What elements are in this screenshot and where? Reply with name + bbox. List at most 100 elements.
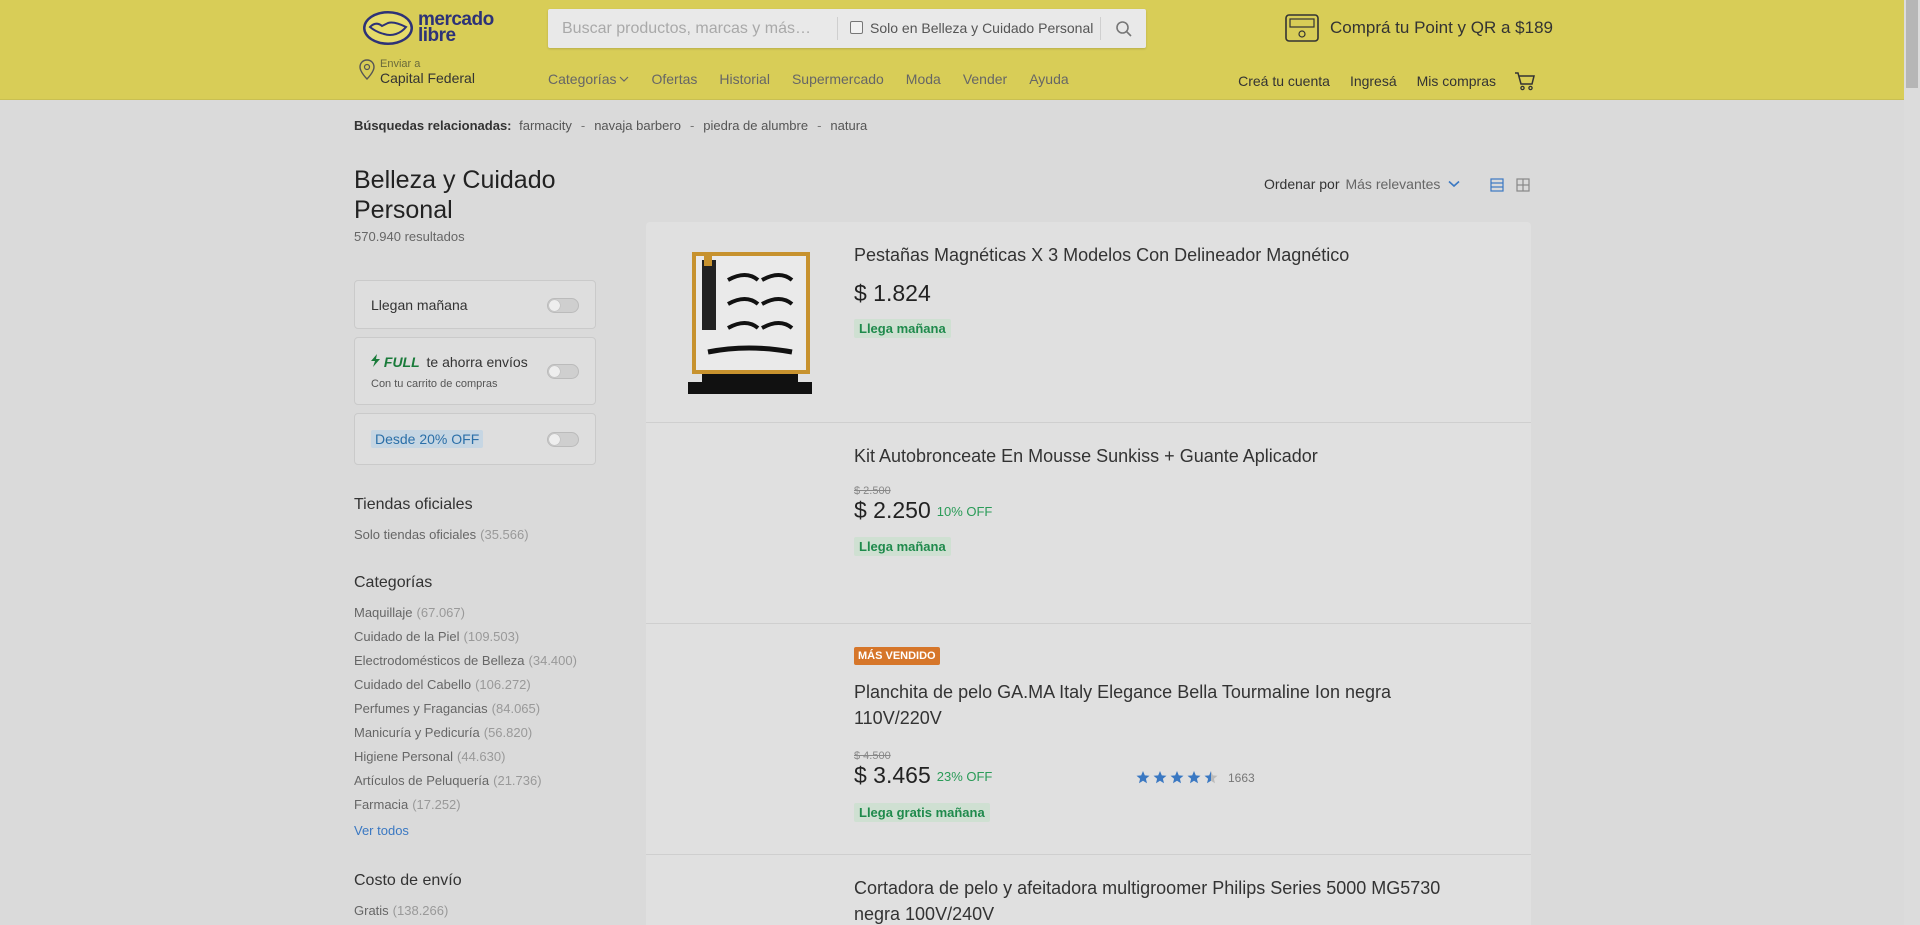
nav-moda[interactable]: Moda xyxy=(906,71,941,87)
nav-historial[interactable]: Historial xyxy=(719,71,770,87)
product-price-row: $ 3.465 23% OFF xyxy=(854,762,992,789)
location-selector[interactable]: Enviar a Capital Federal xyxy=(358,58,475,86)
category-count: (67.067) xyxy=(416,605,465,620)
scope-checkbox[interactable] xyxy=(850,21,863,34)
full-badge: FULL xyxy=(383,354,420,370)
filter-full[interactable]: FULL te ahorra envíos Con tu carrito de … xyxy=(354,337,596,405)
nav-supermercado[interactable]: Supermercado xyxy=(792,71,884,87)
category-name: Cuidado del Cabello xyxy=(354,677,472,692)
product-card[interactable]: MÁS VENDIDO Planchita de pelo GA.MA Ital… xyxy=(646,624,1531,855)
grid-view-icon[interactable] xyxy=(1516,178,1530,192)
category-name: Higiene Personal xyxy=(354,749,454,764)
rating-stars-icon xyxy=(1136,771,1218,784)
best-seller-badge: MÁS VENDIDO xyxy=(854,647,940,665)
filter-discount[interactable]: Desde 20% OFF xyxy=(354,413,596,465)
related-item[interactable]: piedra de alumbre xyxy=(703,118,808,133)
create-account-link[interactable]: Creá tu cuenta xyxy=(1238,73,1330,89)
stores-item-label: Solo tiendas oficiales xyxy=(354,527,477,542)
product-title[interactable]: Kit Autobronceate En Mousse Sunkiss + Gu… xyxy=(854,443,1454,469)
stores-title: Tiendas oficiales xyxy=(354,496,473,513)
category-name: Farmacia xyxy=(354,797,409,812)
product-old-price: $ 2.500 xyxy=(854,485,891,497)
product-card[interactable]: Kit Autobronceate En Mousse Sunkiss + Gu… xyxy=(646,423,1531,624)
nav-categorias[interactable]: Categorías xyxy=(548,71,629,87)
sort-dropdown[interactable]: Ordenar por Más relevantes xyxy=(1264,176,1460,192)
page-scrollbar[interactable] xyxy=(1904,0,1920,925)
category-item[interactable]: Farmacia (17.252) xyxy=(354,797,461,812)
related-item[interactable]: farmacity xyxy=(519,118,572,133)
category-item[interactable]: Manicuría y Pedicuría (56.820) xyxy=(354,725,532,740)
category-name: Perfumes y Fragancias xyxy=(354,701,488,716)
search-divider xyxy=(837,17,838,40)
promo-banner[interactable]: Comprá tu Point y QR a $189 xyxy=(1284,13,1553,43)
category-name: Cuidado de la Piel xyxy=(354,629,460,644)
scrollbar-thumb[interactable] xyxy=(1906,0,1918,88)
my-purchases-link[interactable]: Mis compras xyxy=(1417,73,1496,89)
category-name: Maquillaje xyxy=(354,605,413,620)
product-title[interactable]: Cortadora de pelo y afeitadora multigroo… xyxy=(854,875,1454,925)
nav-ofertas[interactable]: Ofertas xyxy=(651,71,697,87)
search-input[interactable] xyxy=(548,9,838,48)
filter-full-toggle[interactable] xyxy=(547,364,579,379)
categories-title: Categorías xyxy=(354,574,433,591)
related-item[interactable]: navaja barbero xyxy=(594,118,681,133)
scope-checkbox-label[interactable]: Solo en Belleza y Cuidado Personal xyxy=(870,20,1093,36)
cart-icon[interactable] xyxy=(1514,71,1536,91)
category-count: (109.503) xyxy=(463,629,520,644)
category-item[interactable]: Higiene Personal (44.630) xyxy=(354,749,505,764)
product-price: $ 2.250 xyxy=(854,497,931,523)
category-item[interactable]: Perfumes y Fragancias (84.065) xyxy=(354,701,540,716)
page-title: Belleza y Cuidado Personal xyxy=(354,166,556,224)
category-item[interactable]: Electrodomésticos de Belleza (34.400) xyxy=(354,653,577,668)
category-count: (34.400) xyxy=(528,653,577,668)
category-item[interactable]: Artículos de Peluquería (21.736) xyxy=(354,773,542,788)
related-item[interactable]: natura xyxy=(830,118,867,133)
related-label: Búsquedas relacionadas: xyxy=(354,118,512,133)
search-button[interactable] xyxy=(1101,9,1146,48)
stores-item-count: (35.566) xyxy=(480,527,529,542)
filter-tomorrow-toggle[interactable] xyxy=(547,298,579,313)
shipping-badge: Llega mañana xyxy=(854,319,951,338)
product-title[interactable]: Planchita de pelo GA.MA Italy Elegance B… xyxy=(854,679,1454,731)
category-count: (21.736) xyxy=(493,773,542,788)
category-count: (56.820) xyxy=(483,725,533,740)
mercadolibre-logo[interactable]: mercado libre xyxy=(362,8,498,48)
filter-full-sub: Con tu carrito de compras xyxy=(371,378,498,390)
chevron-down-icon xyxy=(620,76,629,82)
product-image-eyelashes[interactable] xyxy=(688,248,816,396)
search-box: Solo en Belleza y Cuidado Personal xyxy=(548,9,1146,48)
full-text: te ahorra envíos xyxy=(426,354,528,370)
stores-filter-item[interactable]: Solo tiendas oficiales (35.566) xyxy=(354,527,529,542)
product-card[interactable]: Pestañas Magnéticas X 3 Modelos Con Deli… xyxy=(646,222,1531,423)
see-all-categories-link[interactable]: Ver todos xyxy=(354,823,409,838)
discount-badge: Desde 20% OFF xyxy=(371,430,484,448)
product-card[interactable]: Cortadora de pelo y afeitadora multigroo… xyxy=(646,855,1531,925)
header: mercado libre Solo en Belleza y Cuidado … xyxy=(0,0,1904,100)
filter-discount-toggle[interactable] xyxy=(547,432,579,447)
login-link[interactable]: Ingresá xyxy=(1350,73,1397,89)
location-value: Capital Federal xyxy=(380,70,475,86)
shipping-free-item[interactable]: Gratis (138.266) xyxy=(354,903,448,918)
filter-tomorrow[interactable]: Llegan mañana xyxy=(354,280,596,329)
product-discount: 10% OFF xyxy=(936,504,993,520)
category-item[interactable]: Maquillaje (67.067) xyxy=(354,605,465,620)
category-item[interactable]: Cuidado de la Piel (109.503) xyxy=(354,629,519,644)
category-count: (17.252) xyxy=(412,797,461,812)
chevron-down-icon xyxy=(1448,180,1460,188)
category-item[interactable]: Cuidado del Cabello (106.272) xyxy=(354,677,531,692)
list-view-icon[interactable] xyxy=(1490,178,1504,192)
nav-ayuda[interactable]: Ayuda xyxy=(1029,71,1068,87)
product-list: Pestañas Magnéticas X 3 Modelos Con Deli… xyxy=(646,222,1531,925)
logo-line2: libre xyxy=(418,25,456,46)
handshake-logo-icon xyxy=(363,11,413,45)
sort-label: Ordenar por xyxy=(1264,176,1340,192)
lightning-icon xyxy=(371,354,380,367)
view-toggle xyxy=(1490,178,1530,192)
filter-discount-label: Desde 20% OFF xyxy=(371,430,484,448)
sort-value: Más relevantes xyxy=(1345,176,1441,192)
category-name: Artículos de Peluquería xyxy=(354,773,490,788)
shipping-item-label: Gratis xyxy=(354,903,389,918)
product-title[interactable]: Pestañas Magnéticas X 3 Modelos Con Deli… xyxy=(854,242,1454,268)
nav-vender[interactable]: Vender xyxy=(963,71,1007,87)
location-label: Enviar a xyxy=(380,58,421,70)
